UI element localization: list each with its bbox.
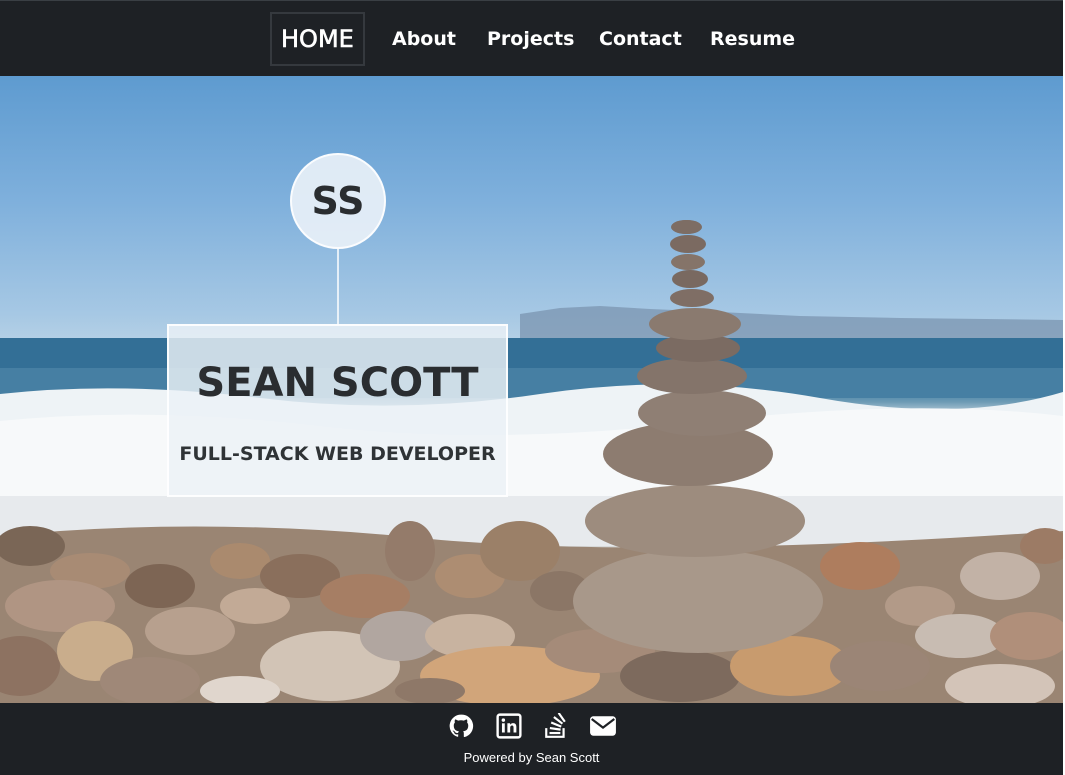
nav-home-link[interactable]: HOME xyxy=(270,12,365,66)
name-card: SEAN SCOTT FULL-STACK WEB DEVELOPER xyxy=(167,324,508,497)
hero-name: SEAN SCOTT xyxy=(196,360,479,406)
github-icon[interactable] xyxy=(448,713,474,739)
stackoverflow-icon[interactable] xyxy=(543,713,569,739)
nav-projects-link[interactable]: Projects xyxy=(487,13,574,65)
beach-background-image xyxy=(0,220,1063,703)
top-navbar: HOME About Projects Contact Resume xyxy=(0,0,1063,76)
initials-avatar: SS xyxy=(290,153,386,249)
nav-about-link[interactable]: About xyxy=(392,13,456,65)
linkedin-icon[interactable] xyxy=(496,713,522,739)
hero-banner xyxy=(0,76,1063,703)
envelope-icon[interactable] xyxy=(589,713,617,739)
footer: Powered by Sean Scott xyxy=(0,703,1063,775)
page: HOME About Projects Contact Resume SS SE… xyxy=(0,0,1065,775)
nav-resume-link[interactable]: Resume xyxy=(710,13,795,65)
connector-line xyxy=(337,249,339,325)
hero-job-title: FULL-STACK WEB DEVELOPER xyxy=(179,443,496,465)
footer-credit: Powered by Sean Scott xyxy=(463,750,600,765)
nav-contact-link[interactable]: Contact xyxy=(599,13,682,65)
